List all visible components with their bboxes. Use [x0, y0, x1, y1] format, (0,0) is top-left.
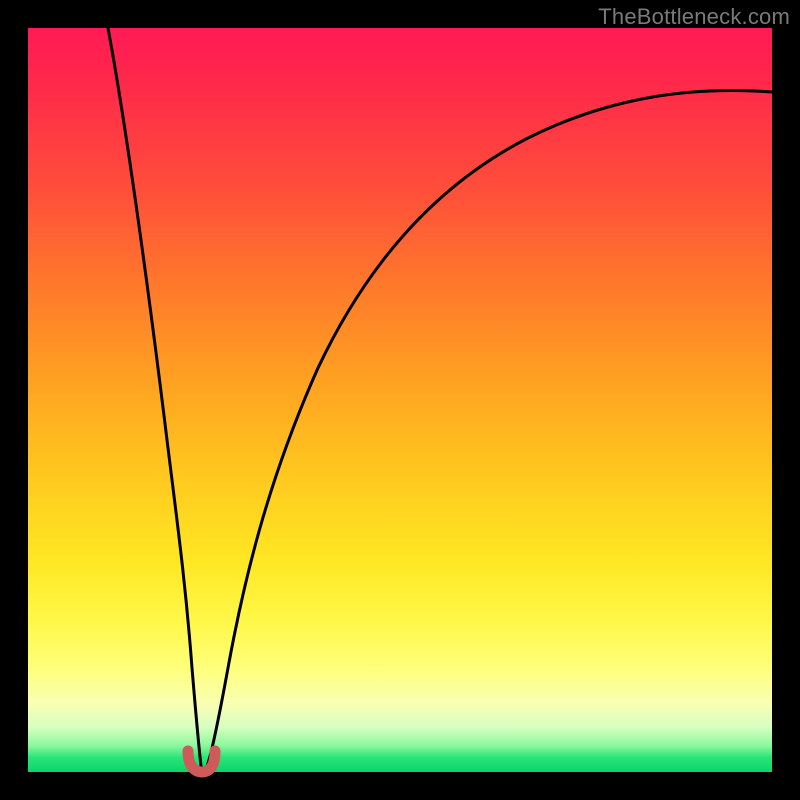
- plot-area: [28, 28, 772, 772]
- bottleneck-curve: [28, 28, 772, 772]
- watermark-text: TheBottleneck.com: [598, 4, 790, 30]
- curve-path: [108, 28, 772, 768]
- chart-frame: TheBottleneck.com: [0, 0, 800, 800]
